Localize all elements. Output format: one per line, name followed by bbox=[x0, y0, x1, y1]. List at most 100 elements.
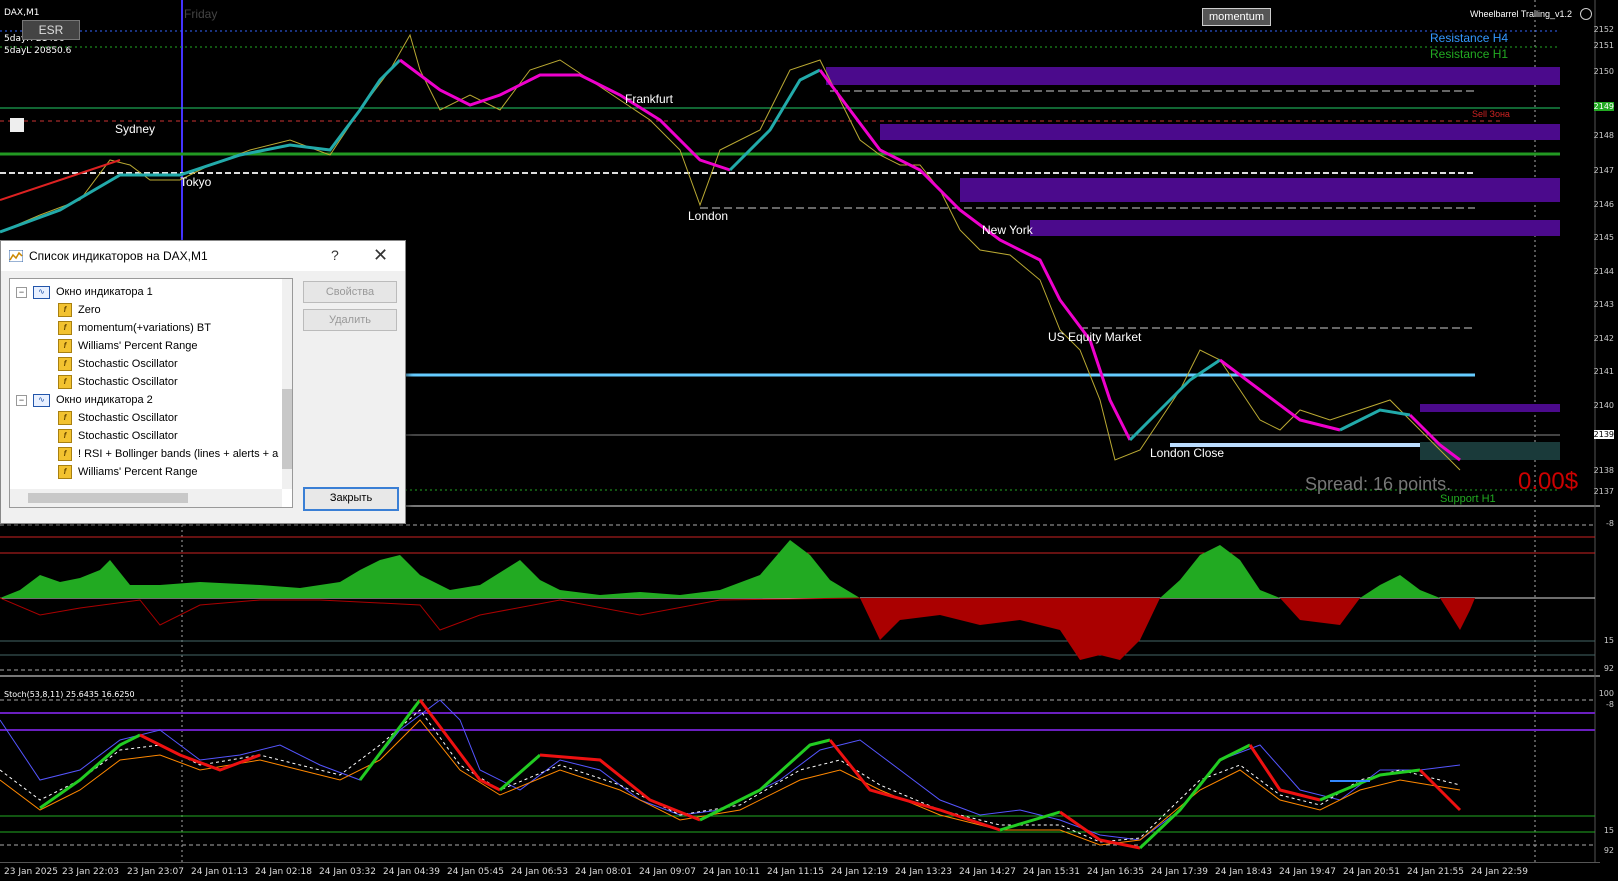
resistance-h4-label: Resistance H4 bbox=[1430, 31, 1509, 45]
day-separator-label: Friday bbox=[184, 7, 218, 21]
price-tick: 2139 bbox=[1593, 430, 1614, 439]
time-tick: 24 Jan 03:32 bbox=[319, 867, 376, 877]
close-button[interactable]: Закрыть bbox=[303, 487, 399, 511]
time-tick: 24 Jan 15:31 bbox=[1023, 867, 1080, 877]
price-tick: 2137 bbox=[1593, 487, 1614, 496]
chart-checkbox[interactable] bbox=[10, 118, 24, 132]
sell-zone-label: Sell Зона bbox=[1472, 109, 1510, 119]
indicator-icon: f bbox=[58, 411, 72, 426]
indicator-icon: f bbox=[58, 429, 72, 444]
scroll-thumb[interactable] bbox=[28, 493, 188, 503]
price-tick: 2145 bbox=[1593, 233, 1614, 242]
collapse-icon[interactable]: − bbox=[16, 394, 27, 406]
price-tick: 2141 bbox=[1593, 367, 1614, 376]
price-tick: 2151 bbox=[1593, 41, 1614, 50]
time-tick: 24 Jan 10:11 bbox=[703, 867, 760, 877]
price-tick: 2142 bbox=[1593, 334, 1614, 343]
window-icon: ∿ bbox=[33, 393, 50, 407]
scroll-thumb[interactable] bbox=[282, 389, 292, 469]
price-tick: 2148 bbox=[1593, 131, 1614, 140]
time-tick: 24 Jan 13:23 bbox=[895, 867, 952, 877]
time-tick: 23 Jan 2025 bbox=[4, 867, 58, 877]
tree-item[interactable]: f Zero bbox=[58, 301, 101, 319]
session-newyork: New York bbox=[982, 223, 1033, 237]
time-tick: 24 Jan 18:43 bbox=[1215, 867, 1272, 877]
time-tick: 24 Jan 02:18 bbox=[255, 867, 312, 877]
vertical-scrollbar[interactable] bbox=[282, 279, 292, 489]
price-tick: 2140 bbox=[1593, 401, 1614, 410]
indicator-icon: f bbox=[58, 303, 72, 318]
osc2-tick: -8 bbox=[1606, 700, 1614, 709]
window-icon: ∿ bbox=[33, 285, 50, 299]
tree-item[interactable]: f Williams' Percent Range bbox=[58, 337, 197, 355]
tree-window-1[interactable]: − ∿ Окно индикатора 1 bbox=[16, 283, 153, 301]
time-tick: 24 Jan 01:13 bbox=[191, 867, 248, 877]
session-london-close: London Close bbox=[1150, 446, 1225, 460]
time-tick: 24 Jan 21:55 bbox=[1407, 867, 1464, 877]
session-sydney: Sydney bbox=[115, 122, 156, 136]
day-low-label: 5dayL 20850.6 bbox=[4, 46, 72, 56]
indicators-dialog: Список индикаторов на DAX,M1 ? ✕ − ∿ Окно … bbox=[0, 240, 406, 524]
tree-window-2[interactable]: − ∿ Окно индикатора 2 bbox=[16, 391, 153, 409]
time-tick: 24 Jan 17:39 bbox=[1151, 867, 1208, 877]
tree-item[interactable]: f momentum(+variations) BT bbox=[58, 319, 211, 337]
time-tick: 24 Jan 11:15 bbox=[767, 867, 824, 877]
delete-button[interactable]: Удалить bbox=[303, 309, 397, 331]
osc1-tick: 92 bbox=[1603, 664, 1614, 673]
help-button[interactable]: ? bbox=[331, 247, 339, 263]
indicator-tree[interactable]: − ∿ Окно индикатора 1 f Zero f momentum(+var… bbox=[9, 278, 293, 508]
profit-label: 0.00$ bbox=[1518, 468, 1579, 495]
tree-item[interactable]: f Stochastic Oscillator bbox=[58, 409, 178, 427]
properties-button[interactable]: Свойства bbox=[303, 281, 397, 303]
horizontal-scrollbar[interactable] bbox=[10, 489, 282, 507]
esr-button[interactable]: ESR bbox=[22, 20, 80, 40]
dialog-title: Список индикаторов на DAX,M1 bbox=[29, 249, 208, 263]
dialog-titlebar[interactable]: Список индикаторов на DAX,M1 ? ✕ bbox=[1, 241, 405, 271]
time-tick: 24 Jan 14:27 bbox=[959, 867, 1016, 877]
time-tick: 24 Jan 19:47 bbox=[1279, 867, 1336, 877]
tree-item[interactable]: f! RSI + Bollinger bands (lines + alerts… bbox=[58, 445, 278, 463]
time-tick: 24 Jan 12:19 bbox=[831, 867, 888, 877]
session-frankfurt: Frankfurt bbox=[625, 92, 674, 106]
price-tick: 2138 bbox=[1593, 466, 1614, 475]
time-tick: 24 Jan 08:01 bbox=[575, 867, 632, 877]
spread-label: Spread: 16 points. bbox=[1305, 474, 1452, 494]
time-tick: 23 Jan 22:03 bbox=[62, 867, 119, 877]
session-tokyo: Tokyo bbox=[180, 175, 212, 189]
indicator-icon: f bbox=[58, 321, 72, 336]
tree-window-label: Окно индикатора 1 bbox=[56, 286, 153, 298]
session-us-equity: US Equity Market bbox=[1048, 330, 1142, 344]
tree-item[interactable]: f Stochastic Oscillator bbox=[58, 427, 178, 445]
session-london: London bbox=[688, 209, 729, 223]
price-tick: 2150 bbox=[1593, 67, 1614, 76]
price-tick: 2152 bbox=[1593, 25, 1614, 34]
indicator-icon: f bbox=[58, 375, 72, 390]
time-tick: 24 Jan 06:53 bbox=[511, 867, 568, 877]
price-tick: 2147 bbox=[1593, 166, 1614, 175]
price-tick: 2144 bbox=[1593, 267, 1614, 276]
stoch-label: Stoch(53,8,11) 25.6435 16.6250 bbox=[4, 690, 135, 699]
tree-item[interactable]: f Stochastic Oscillator bbox=[58, 355, 178, 373]
time-tick: 24 Jan 20:51 bbox=[1343, 867, 1400, 877]
osc2-tick: 92 bbox=[1603, 846, 1614, 855]
tree-window-label: Окно индикатора 2 bbox=[56, 394, 153, 406]
tree-item[interactable]: f Williams' Percent Range bbox=[58, 463, 197, 481]
ea-name: Wheelbarrel Trailing_v1.2 bbox=[1470, 9, 1573, 19]
indicator-icon: f bbox=[58, 339, 72, 354]
collapse-icon[interactable]: − bbox=[16, 286, 27, 298]
osc2-tick: 100 bbox=[1598, 689, 1614, 698]
price-tick: 2149 bbox=[1593, 102, 1614, 111]
close-icon[interactable]: ✕ bbox=[373, 245, 388, 266]
time-tick: 24 Jan 05:45 bbox=[447, 867, 504, 877]
osc2-tick: 15 bbox=[1603, 826, 1614, 835]
symbol-label: DAX,M1 bbox=[4, 8, 40, 18]
indicator-icon: f bbox=[58, 447, 72, 462]
tooltip-momentum: momentum bbox=[1202, 8, 1272, 26]
price-tick: 2143 bbox=[1593, 300, 1614, 309]
time-tick: 24 Jan 16:35 bbox=[1087, 867, 1144, 877]
osc1-tick: 15 bbox=[1603, 636, 1614, 645]
smiley-icon bbox=[1580, 8, 1592, 20]
tree-item[interactable]: f Stochastic Oscillator bbox=[58, 373, 178, 391]
time-tick: 24 Jan 04:39 bbox=[383, 867, 440, 877]
time-tick: 24 Jan 09:07 bbox=[639, 867, 696, 877]
